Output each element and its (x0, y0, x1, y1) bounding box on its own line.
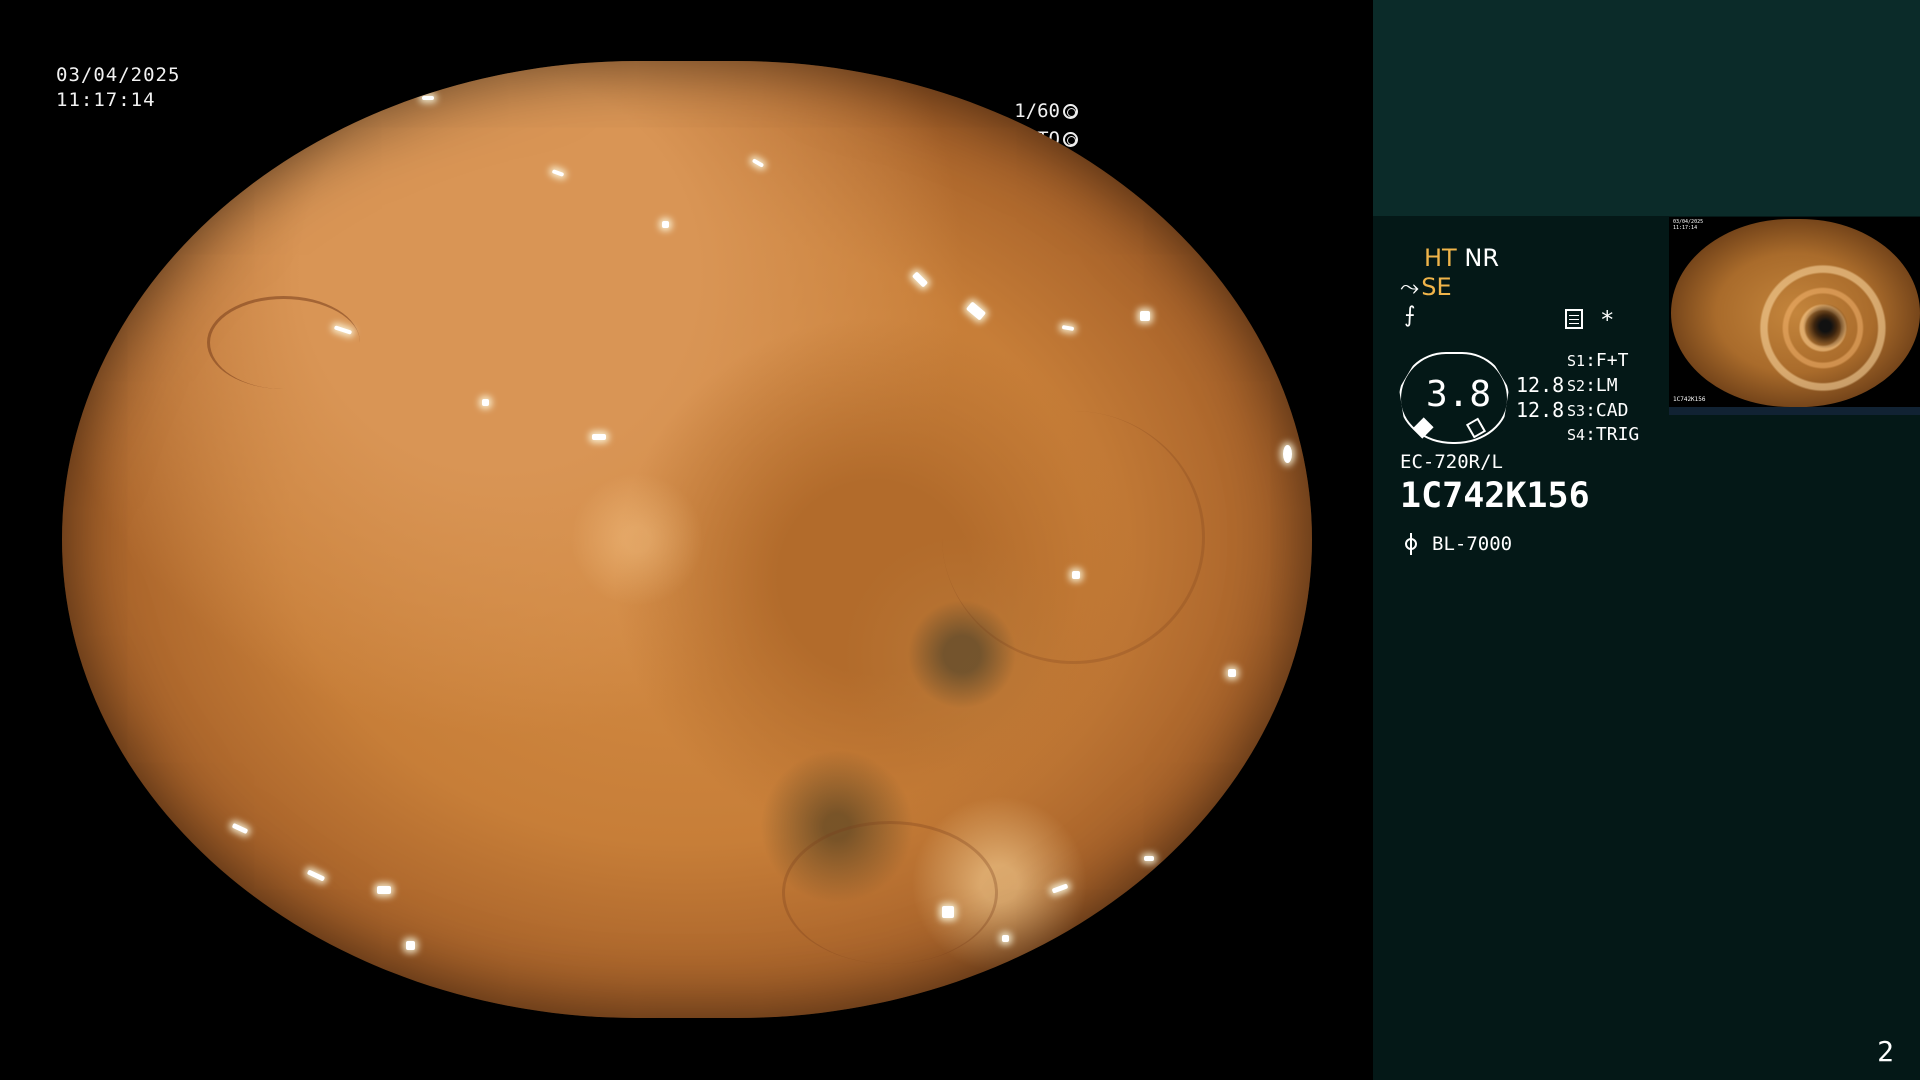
light-reflection (1140, 311, 1150, 321)
thumbnail-footer (1669, 407, 1920, 415)
light-source: BL-7000 (1400, 533, 1512, 555)
scene-s4: S4:TRIG (1567, 424, 1640, 445)
star-indicator: * (1600, 306, 1615, 334)
thumbnail-serial: 1C742K156 (1673, 396, 1706, 403)
light-reflection (306, 869, 326, 882)
scene-value: F+T (1595, 350, 1629, 371)
light-reflection (422, 96, 434, 100)
image-modes: HT NR (1424, 244, 1499, 272)
light-reflection (1061, 324, 1075, 332)
light-reflection (1144, 856, 1154, 861)
light-reflection (377, 886, 391, 894)
parameter-value: 12.8 (1516, 398, 1565, 422)
enhance-icon: ⤳ (1400, 273, 1420, 301)
ht-mode: HT (1424, 244, 1457, 272)
scene-key: S3 (1567, 402, 1586, 420)
light-reflection (482, 399, 489, 406)
brightness-icon (1063, 131, 1078, 147)
light-reflection (1051, 883, 1069, 894)
scene-key: S2 (1567, 377, 1586, 395)
thumbnail-image (1671, 219, 1920, 407)
scene-value: LM (1595, 375, 1618, 396)
scene-key: S1 (1567, 352, 1586, 370)
record-icon (1565, 309, 1583, 329)
light-reflection (231, 822, 249, 835)
scene-s3: S3:CAD (1567, 400, 1629, 421)
page-number: 2 (1877, 1035, 1894, 1068)
nr-mode: NR (1464, 244, 1499, 272)
shutter-speed: 1/60 (1014, 100, 1078, 122)
light-reflection (286, 934, 306, 950)
light-reflection (1283, 445, 1292, 463)
scene-value: CAD (1595, 400, 1629, 421)
light-reflection (1072, 571, 1080, 579)
scope-model: EC-720R/L (1400, 451, 1503, 473)
se-mode: SE (1421, 273, 1452, 301)
shutter-value: 1/60 (1014, 100, 1060, 122)
sun-icon (1400, 533, 1422, 555)
light-reflection (751, 158, 765, 168)
light-reflection (942, 906, 954, 918)
light-reflection (662, 221, 669, 228)
structure-enhancement: ⤳ SE (1400, 273, 1452, 301)
scene-s1: S1:F+T (1567, 350, 1629, 371)
scene-s2: S2:LM (1567, 375, 1618, 396)
capture-date: 03/04/2025 (56, 64, 181, 86)
light-reflection (965, 301, 987, 321)
light-reflection (284, 118, 298, 128)
mucosal-fold (942, 411, 1205, 664)
light-reflection (1002, 935, 1009, 942)
parameter-value: 12.8 (1516, 373, 1565, 397)
scene-key: S4 (1567, 426, 1586, 444)
light-source-label: BL-7000 (1432, 533, 1513, 555)
mucosal-fold (207, 296, 360, 389)
thumbnail-time: 11:17:14 (1673, 225, 1698, 231)
status-panel-header (1373, 0, 1920, 216)
preview-thumbnail[interactable]: 03/04/2025 11:17:14 1C742K156 (1669, 217, 1920, 415)
mucosal-fold (782, 821, 998, 964)
thumbnail-timestamp: 03/04/2025 11:17:14 (1673, 219, 1703, 231)
light-reflection (551, 169, 565, 177)
light-reflection (592, 434, 606, 440)
light-reflection (1228, 669, 1236, 677)
capture-time: 11:17:14 (56, 89, 156, 111)
endoscopic-image (62, 61, 1312, 1018)
zoom-value: 3.8 (1426, 374, 1492, 415)
scene-value: TRIG (1595, 424, 1640, 445)
aperture-icon (1063, 103, 1078, 119)
light-reflection (406, 941, 415, 950)
function-icon: ⨍ (1404, 303, 1416, 328)
scope-serial: 1C742K156 (1400, 476, 1590, 516)
light-reflection (911, 271, 929, 288)
